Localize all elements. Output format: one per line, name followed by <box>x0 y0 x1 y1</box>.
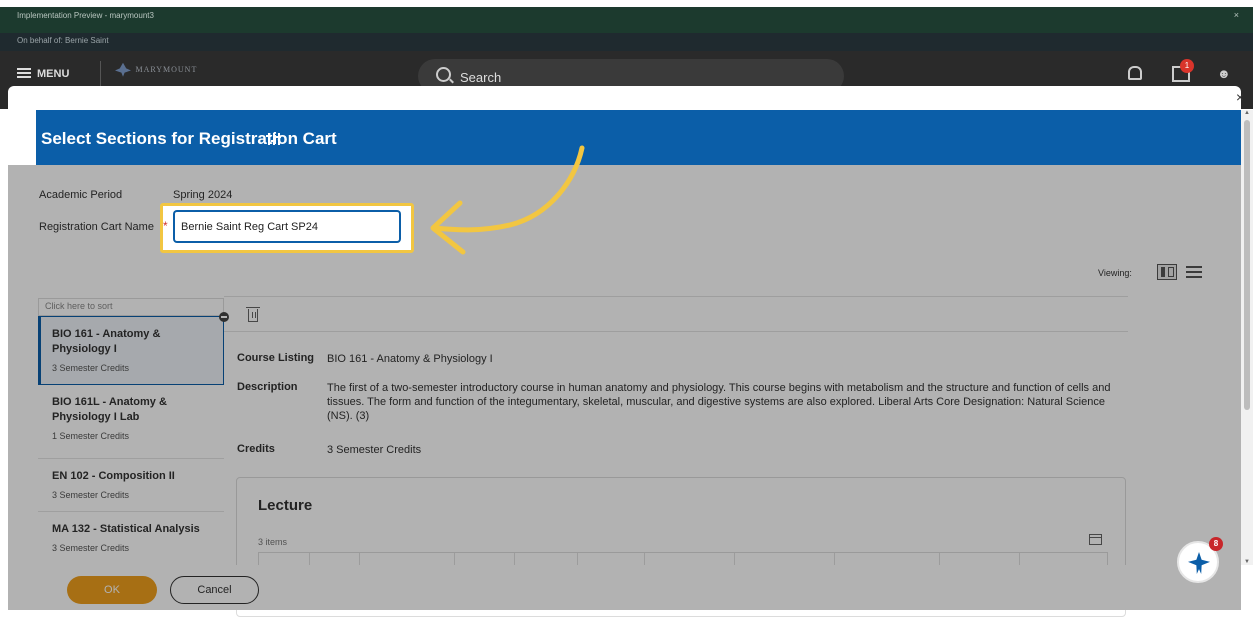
modal-close-icon[interactable]: × <box>1236 89 1244 105</box>
scroll-up-arrow-icon[interactable]: ▲ <box>1244 110 1250 116</box>
split-view-icon[interactable] <box>1157 264 1177 280</box>
sort-control[interactable]: Click here to sort <box>38 298 224 316</box>
trash-icon[interactable] <box>246 307 260 322</box>
table-settings-icon[interactable] <box>1089 534 1102 545</box>
course-item-title: EN 102 - Composition II <box>52 470 175 482</box>
search-icon <box>436 67 451 82</box>
implementation-preview-bar: Implementation Preview - marymount3 × <box>0 7 1253 33</box>
menu-button[interactable]: MENU <box>17 68 69 80</box>
collapse-list-icon[interactable] <box>219 312 229 322</box>
description-label: Description <box>237 381 298 393</box>
cart-name-label: Registration Cart Name <box>39 221 154 233</box>
fleur-de-lis-icon <box>1188 552 1210 574</box>
page-title: Select Sections for Registration Cart <box>41 129 337 148</box>
academic-period-value: Spring 2024 <box>173 189 233 201</box>
course-list-item[interactable]: BIO 161 - Anatomy & Physiology I 3 Semes… <box>38 316 224 385</box>
on-behalf-bar: On behalf of: Bernie Saint <box>0 33 1253 51</box>
implementation-title: Implementation Preview - marymount3 <box>17 11 154 20</box>
course-list-item[interactable]: MA 132 - Statistical Analysis 3 Semester… <box>38 512 224 568</box>
course-item-credits: 1 Semester Credits <box>52 431 130 441</box>
scroll-down-arrow-icon[interactable]: ▼ <box>1244 559 1250 565</box>
modal-title-bar: Select Sections for Registration Cart <box>36 110 1241 165</box>
course-item-title: BIO 161 - Anatomy & Physiology I <box>52 328 161 355</box>
course-listing-value: BIO 161 - Anatomy & Physiology I <box>327 353 493 365</box>
academic-period-label: Academic Period <box>39 189 123 201</box>
user-profile-icon[interactable]: ☻ <box>1217 66 1231 81</box>
required-indicator: * <box>163 219 168 233</box>
course-item-credits: 3 Semester Credits <box>52 363 130 373</box>
cart-name-input[interactable] <box>174 211 400 242</box>
lecture-item-count: 3 items <box>258 537 288 547</box>
notifications-bell-icon[interactable] <box>1128 66 1142 80</box>
assistant-badge: 8 <box>1209 537 1223 551</box>
course-item-credits: 3 Semester Credits <box>52 490 130 500</box>
list-view-icon[interactable] <box>1186 266 1202 278</box>
divider <box>224 296 1128 297</box>
on-behalf-text: On behalf of: Bernie Saint <box>17 36 109 45</box>
ok-button[interactable]: OK <box>67 576 157 604</box>
course-list-item[interactable]: BIO 161L - Anatomy & Physiology I Lab 1 … <box>38 385 224 459</box>
course-listing-label: Course Listing <box>237 352 315 364</box>
course-item-title: MA 132 - Statistical Analysis <box>52 523 200 535</box>
inbox-badge: 1 <box>1180 59 1194 73</box>
search-label: Search <box>460 70 502 85</box>
credits-label: Credits <box>237 443 275 455</box>
modal-scrollbar[interactable]: ▲ ▼ <box>1241 110 1253 565</box>
close-preview-icon[interactable]: × <box>1234 10 1239 20</box>
viewing-label: Viewing: <box>1098 268 1132 278</box>
hamburger-icon <box>17 68 31 78</box>
menu-label: MENU <box>37 68 70 80</box>
course-item-title: BIO 161L - Anatomy & Physiology I Lab <box>52 396 167 423</box>
course-list: BIO 161 - Anatomy & Physiology I 3 Semes… <box>38 316 224 568</box>
description-value: The first of a two-semester introductory… <box>327 382 1111 422</box>
lecture-title: Lecture <box>258 497 313 514</box>
fleur-de-lis-icon <box>115 62 131 77</box>
course-item-credits: 3 Semester Credits <box>52 543 130 553</box>
divider <box>224 331 1128 332</box>
course-list-item[interactable]: EN 102 - Composition II 3 Semester Credi… <box>38 459 224 512</box>
cancel-button[interactable]: Cancel <box>170 576 259 604</box>
tutorial-arrow-icon <box>430 145 585 255</box>
logo-text: MARYMOUNT <box>135 65 198 75</box>
credits-value: 3 Semester Credits <box>327 444 422 456</box>
marymount-logo[interactable]: MARYMOUNT <box>100 61 215 87</box>
scrollbar-thumb[interactable] <box>1244 120 1250 410</box>
related-actions-icon[interactable] <box>266 132 281 146</box>
